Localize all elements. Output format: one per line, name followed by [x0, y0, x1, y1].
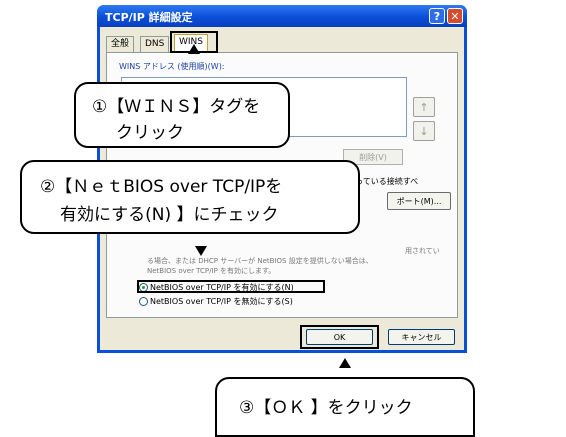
callout3-pointer-line — [0, 55, 2, 75]
close-button[interactable]: ✕ — [447, 8, 463, 24]
cancel-button[interactable]: キャンセル — [388, 329, 455, 345]
tab-general[interactable]: 全般 — [106, 36, 135, 52]
callout-wins-tab: ①【ＷＩＮＳ】タグを クリック — [74, 82, 290, 148]
netbios-info-text-3: NetBIOS over TCP/IP を有効にします。 — [147, 267, 276, 275]
callout1-arrow-icon — [188, 44, 200, 54]
tab-dns[interactable]: DNS — [140, 36, 170, 52]
wins-address-group-label: WINS アドレス (使用順)(W): — [117, 61, 227, 72]
callout3-line1: ③【ＯＫ 】をクリック — [239, 398, 413, 418]
callout1-line2: クリック — [116, 123, 184, 143]
radio-unselected-icon — [139, 297, 148, 306]
ok-button[interactable]: OK — [306, 329, 373, 345]
callout2-pointer-line — [0, 35, 2, 55]
callout-ok: ③【ＯＫ 】をクリック — [215, 377, 475, 437]
move-down-button[interactable]: ↓ — [413, 121, 435, 141]
netbios-info-text-2: る場合、または DHCP サーバーが NetBIOS 設定を提供しない場合は、 — [147, 257, 373, 265]
radio-disable-netbios[interactable]: NetBIOS over TCP/IP を無効にする(S) — [139, 296, 293, 307]
callout2-line2: 有効にする(N) 】にチェック — [60, 205, 279, 225]
window-title: TCP/IP 詳細設定 — [105, 11, 193, 24]
callout1-pointer-line — [0, 0, 2, 35]
callout-netbios: ②【ＮｅｔBIOS over TCP/IPを 有効にする(N) 】にチェック — [20, 160, 360, 234]
title-bar[interactable]: TCP/IP 詳細設定 ? ✕ — [97, 5, 467, 27]
callout3-arrow-icon — [339, 358, 351, 368]
netbios-info-text-1: 用されてい — [405, 247, 440, 255]
move-up-button[interactable]: ↑ — [413, 97, 435, 117]
import-lmhosts-button[interactable]: ポート(M)... — [387, 192, 451, 210]
callout2-arrow-icon — [195, 246, 207, 256]
callout1-line1: ①【ＷＩＮＳ】タグを — [92, 97, 261, 117]
enable-netbios-highlight — [137, 280, 325, 293]
callout2-line1: ②【ＮｅｔBIOS over TCP/IPを — [40, 177, 283, 197]
radio-disable-label: NetBIOS over TCP/IP を無効にする(S) — [150, 297, 293, 306]
help-button[interactable]: ? — [429, 8, 445, 24]
